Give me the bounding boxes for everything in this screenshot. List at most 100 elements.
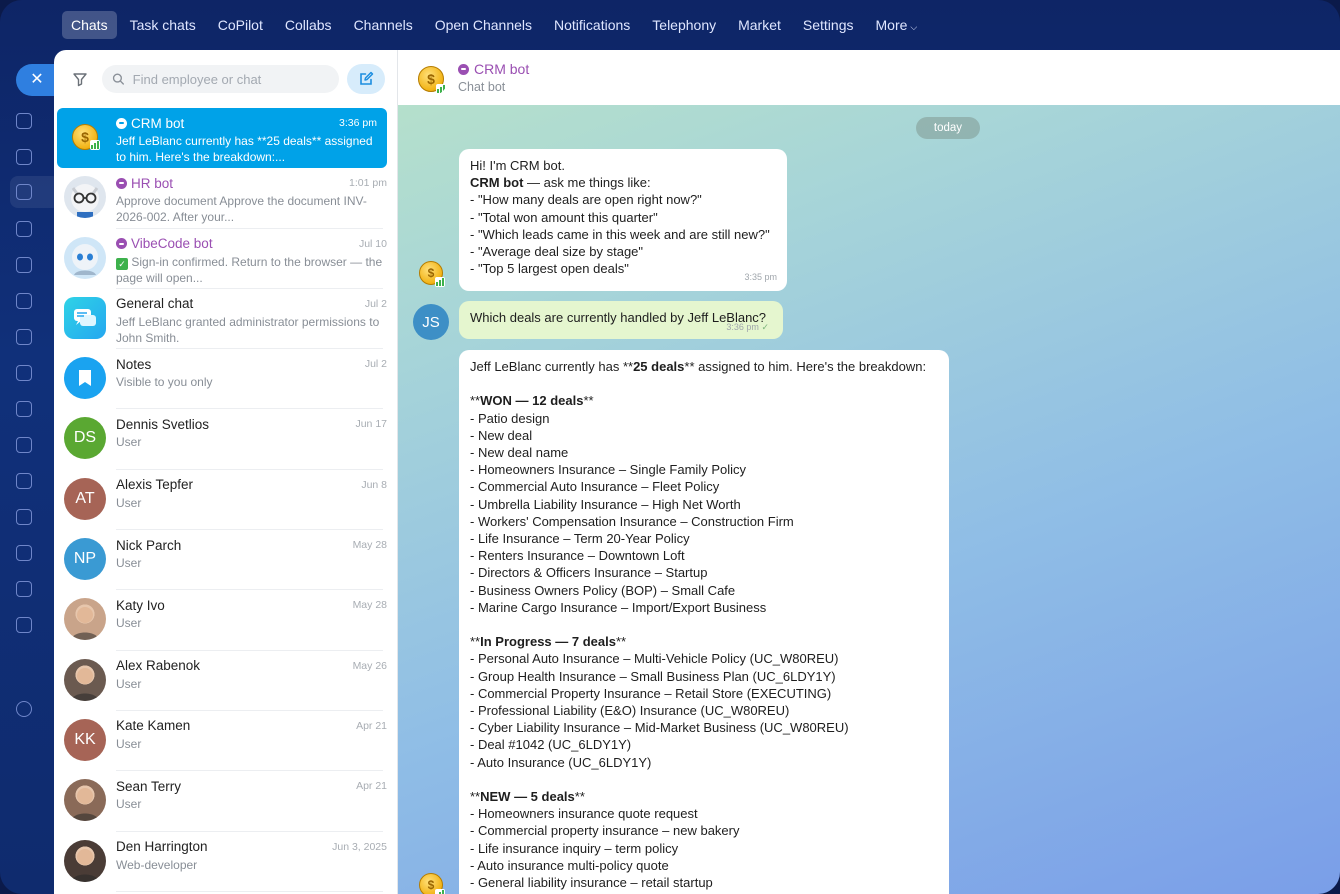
chat-preview: User: [116, 796, 387, 812]
nav-item-label: Open Channels: [434, 17, 533, 33]
bot-message-avatar[interactable]: $: [414, 256, 448, 290]
search-input[interactable]: [132, 71, 329, 87]
nav-item-label: Market: [738, 17, 781, 33]
nav-item-settings[interactable]: Settings: [794, 11, 863, 39]
chat-name: Katy Ivo: [116, 598, 165, 613]
chat-header-avatar[interactable]: $: [414, 62, 448, 96]
chart-bars-icon: [90, 140, 100, 150]
chat-name: Den Harrington: [116, 839, 208, 854]
avatar-initials: AT: [75, 489, 95, 507]
in-progress-deal-list: - Personal Auto Insurance – Multi-Vehicl…: [470, 650, 938, 770]
chart-bars-icon: [435, 277, 445, 287]
message-time: 3:35 pm: [744, 271, 777, 282]
chat-list-item[interactable]: Notes Jul 2 Visible to you only: [54, 349, 397, 410]
message-line: - General liability insurance – retail s…: [470, 875, 713, 891]
chat-list-item[interactable]: NP Nick Parch May 28 User: [54, 530, 397, 591]
bot-icon: [458, 63, 469, 75]
nav-item-market[interactable]: Market: [729, 11, 790, 39]
close-panel-button[interactable]: ✕: [16, 64, 58, 96]
message-line: - Directors & Officers Insurance – Start…: [470, 565, 708, 581]
chat-item-header: Sean Terry Apr 21: [116, 777, 387, 795]
chat-preview: User: [116, 676, 387, 692]
message-line: - Commercial Property Insurance – Retail…: [470, 685, 832, 701]
message-line: - Auto Insurance (UC_6LDY1Y): [470, 754, 652, 770]
nav-item-task-chats[interactable]: Task chats: [121, 11, 205, 39]
rail-item-1[interactable]: [16, 110, 56, 132]
chat-name-text: General chat: [116, 296, 194, 312]
rail-item-13[interactable]: [16, 542, 56, 564]
rail-item-14[interactable]: [16, 578, 56, 600]
filter-button[interactable]: [66, 65, 94, 93]
chat-name-text: VibeCode bot: [131, 236, 213, 252]
chart-bars-icon: [436, 83, 446, 94]
chat-list-item[interactable]: $ CRM bot 3:36 pm Jeff LeBlanc currently ha…: [57, 108, 387, 169]
new-chat-button[interactable]: [347, 64, 385, 94]
nav-item-telephony[interactable]: Telephony: [643, 11, 725, 39]
bot-message-avatar[interactable]: $: [414, 868, 448, 894]
chat-preview: Web-developer: [116, 857, 387, 873]
top-navigation: Chats Task chats CoPilot Collabs Channels Ope…: [62, 10, 926, 40]
chat-title[interactable]: CRM bot: [458, 61, 529, 77]
chat-list-item[interactable]: KK Kate Kamen Apr 21 User: [54, 711, 397, 772]
chat-title-text: CRM bot: [474, 61, 530, 77]
chat-list-item[interactable]: AT Alexis Tepfer Jun 8 User: [54, 470, 397, 531]
text-part: **: [574, 789, 585, 805]
chat-name-text: Alexis Tepfer: [116, 477, 194, 493]
message-line: - Deal #1042 (UC_6LDY1Y): [470, 737, 632, 753]
rail-item-3[interactable]: [10, 176, 60, 208]
chat-name: Dennis Svetlios: [116, 417, 209, 432]
rail-item-10[interactable]: [16, 434, 56, 456]
bot-icon: [116, 238, 127, 250]
rail-item-15[interactable]: [16, 614, 56, 636]
rail-item-11[interactable]: [16, 470, 56, 492]
chat-avatar: [64, 839, 106, 882]
chat-preview: Visible to you only: [116, 374, 387, 390]
rail-item-settings[interactable]: [16, 698, 56, 720]
rail-item-9[interactable]: [16, 398, 56, 420]
chat-preview: User: [116, 555, 387, 571]
chat-list-item[interactable]: Den Harrington Jun 3, 2025 Web-developer: [54, 832, 397, 893]
user-photo-icon: [71, 607, 99, 641]
message-line: - Marine Cargo Insurance – Import/Export…: [470, 599, 767, 615]
user-avatar[interactable]: JS: [413, 304, 449, 340]
chat-list-item[interactable]: HR bot 1:01 pm Approve document Approve th…: [54, 168, 397, 229]
chat-item-header: Kate Kamen Apr 21: [116, 717, 387, 735]
bot-icon: [116, 177, 127, 189]
nav-item-more[interactable]: More ⌵: [867, 11, 927, 39]
chat-preview-text: Jeff LeBlanc granted administrator permi…: [116, 314, 380, 345]
chat-list-item[interactable]: VibeCode bot Jul 10 ✓ Sign-in confirmed. R…: [54, 229, 397, 290]
nav-item-label: Channels: [353, 17, 413, 33]
chat-item-header: Alex Rabenok May 26: [116, 657, 387, 675]
nav-item-copilot[interactable]: CoPilot: [209, 11, 272, 39]
rail-icon: [16, 329, 32, 345]
rail-icon: [16, 545, 32, 561]
chat-avatar: [64, 236, 106, 279]
rail-item-8[interactable]: [16, 362, 56, 384]
chat-list-item[interactable]: General chat Jul 2 Jeff LeBlanc granted ad…: [54, 289, 397, 350]
chat-item-header: CRM bot 3:36 pm: [116, 114, 377, 132]
chat-list-item[interactable]: Sean Terry Apr 21 User: [54, 771, 397, 832]
message-bold-text: CRM bot: [470, 175, 524, 191]
chat-list-item[interactable]: Alex Rabenok May 26 User: [54, 651, 397, 712]
nav-item-open-channels[interactable]: Open Channels: [426, 11, 541, 39]
text-part: **: [615, 634, 627, 650]
rail-icon: [16, 149, 32, 165]
rail-item-2[interactable]: [16, 146, 56, 168]
rail-item-5[interactable]: [16, 254, 56, 276]
rail-item-12[interactable]: [16, 506, 56, 528]
chat-list-item[interactable]: Katy Ivo May 28 User: [54, 590, 397, 651]
nav-item-notifications[interactable]: Notifications: [545, 11, 639, 39]
nav-item-chats[interactable]: Chats: [62, 11, 117, 39]
chat-list-item[interactable]: DS Dennis Svetlios Jun 17 User: [54, 409, 397, 471]
chat-name: HR bot: [116, 176, 173, 191]
message-line: - "Total won amount this quarter": [470, 209, 658, 225]
rail-item-4[interactable]: [16, 218, 56, 240]
chat-time: May 28: [352, 539, 387, 552]
rail-item-7[interactable]: [16, 326, 56, 348]
chat-list: $ CRM bot 3:36 pm Jeff LeBlanc currently ha…: [54, 108, 397, 893]
nav-item-collabs[interactable]: Collabs: [276, 11, 341, 39]
rail-item-6[interactable]: [16, 290, 56, 312]
chat-time: Apr 21: [356, 719, 387, 732]
chat-time: May 28: [352, 599, 387, 612]
nav-item-channels[interactable]: Channels: [345, 11, 422, 39]
